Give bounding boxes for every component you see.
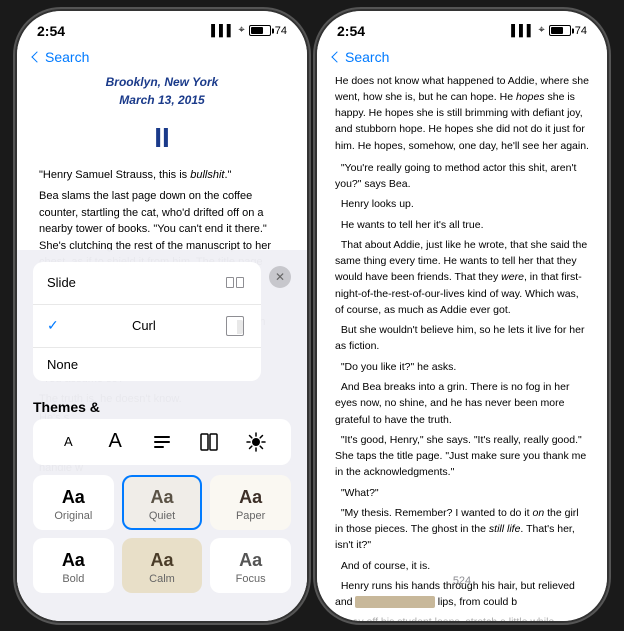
- right-phone-screen: 2:54 ▌▌▌ ⌖ 74 Search He does: [317, 11, 607, 621]
- panel-title: Themes &: [33, 399, 100, 415]
- right-back-button[interactable]: Search: [333, 49, 389, 65]
- right-para-4: He wants to tell her it's all true.: [335, 217, 589, 233]
- theme-bold-text: Aa: [62, 550, 85, 571]
- right-battery-level: 74: [575, 25, 587, 37]
- theme-paper-label: Paper: [236, 510, 265, 522]
- right-book-content: He does not know what happened to Addie,…: [317, 73, 607, 621]
- bottom-panel: Slide ✓ Curl: [17, 250, 307, 621]
- close-container: ✕: [269, 262, 291, 391]
- brightness-button[interactable]: [241, 427, 271, 457]
- format-button[interactable]: [147, 427, 177, 457]
- right-phone: 2:54 ▌▌▌ ⌖ 74 Search He does: [317, 11, 607, 621]
- theme-calm-text: Aa: [150, 550, 173, 571]
- theme-bold-label: Bold: [62, 573, 84, 585]
- theme-original-label: Original: [54, 510, 92, 522]
- theme-quiet-text: Aa: [150, 487, 173, 508]
- wifi-icon: ⌖: [239, 24, 245, 37]
- none-label: None: [47, 357, 78, 372]
- theme-quiet[interactable]: Aa Quiet: [122, 475, 203, 530]
- slide-label: Slide: [47, 275, 76, 290]
- phones-container: 2:54 ▌▌▌ ⌖ 74 Search: [17, 11, 607, 621]
- right-para-10: "What?": [335, 485, 589, 501]
- right-para-11: "My thesis. Remember? I wanted to do it …: [335, 505, 589, 554]
- right-status-icons: ▌▌▌ ⌖ 74: [511, 24, 587, 37]
- right-para-9: "It's good, Henry," she says. "It's real…: [335, 432, 589, 481]
- left-phone: 2:54 ▌▌▌ ⌖ 74 Search: [17, 11, 307, 621]
- scroll-options-list: Slide ✓ Curl: [33, 262, 261, 381]
- theme-bold[interactable]: Aa Bold: [33, 538, 114, 593]
- book-para-1: "Henry Samuel Strauss, this is bullshit.…: [39, 167, 285, 184]
- theme-paper[interactable]: Aa Paper: [210, 475, 291, 530]
- curl-label: Curl: [132, 318, 156, 333]
- back-label: Search: [45, 49, 89, 65]
- theme-original[interactable]: Aa Original: [33, 475, 114, 530]
- chevron-left-icon: [31, 51, 42, 62]
- battery-icon: [249, 25, 271, 36]
- close-button[interactable]: ✕: [269, 266, 291, 288]
- theme-focus-text: Aa: [239, 550, 262, 571]
- theme-paper-text: Aa: [239, 487, 262, 508]
- none-option[interactable]: None: [33, 348, 261, 381]
- theme-grid: Aa Original Aa Quiet Aa Paper Aa Bold: [33, 475, 291, 593]
- signal-icon: ▌▌▌: [211, 25, 234, 37]
- right-status-bar: 2:54 ▌▌▌ ⌖ 74: [317, 11, 607, 47]
- theme-calm-label: Calm: [149, 573, 175, 585]
- toolbar-row: A A: [33, 419, 291, 465]
- battery-level: 74: [275, 25, 287, 37]
- left-back-button[interactable]: Search: [33, 49, 89, 65]
- scroll-section: Slide ✓ Curl: [33, 262, 291, 391]
- page-number: 524: [317, 571, 607, 591]
- right-para-1: He does not know what happened to Addie,…: [335, 73, 589, 154]
- left-status-time: 2:54: [37, 23, 65, 39]
- right-para-5: That about Addie, just like he wrote, th…: [335, 237, 589, 318]
- chapter-number: II: [39, 117, 285, 159]
- left-nav-bar: Search: [17, 47, 307, 73]
- curl-option[interactable]: ✓ Curl: [33, 305, 261, 348]
- right-para-14: to pay off his student loans, stretch a …: [335, 614, 589, 620]
- right-signal-icon: ▌▌▌: [511, 25, 534, 37]
- location-header: Brooklyn, New York March 13, 2015: [39, 73, 285, 109]
- right-nav-bar: Search: [317, 47, 607, 73]
- right-para-8: And Bea breaks into a grin. There is no …: [335, 379, 589, 428]
- right-para-3: Henry looks up.: [335, 196, 589, 212]
- left-phone-screen: 2:54 ▌▌▌ ⌖ 74 Search: [17, 11, 307, 621]
- right-para-6: But she wouldn't believe him, so he lets…: [335, 322, 589, 355]
- theme-quiet-label: Quiet: [149, 510, 175, 522]
- panel-header: Themes &: [33, 399, 291, 415]
- font-decrease-button[interactable]: A: [53, 427, 83, 457]
- slide-option[interactable]: Slide: [33, 262, 261, 305]
- right-para-2: "You're really going to method actor thi…: [335, 160, 589, 193]
- theme-calm[interactable]: Aa Calm: [122, 538, 203, 593]
- slide-icon: [223, 271, 247, 295]
- font-increase-button[interactable]: A: [100, 427, 130, 457]
- curl-icon: [223, 314, 247, 338]
- right-battery-icon: [549, 25, 571, 36]
- theme-original-text: Aa: [62, 487, 85, 508]
- check-mark: ✓: [47, 317, 59, 334]
- theme-focus[interactable]: Aa Focus: [210, 538, 291, 593]
- left-status-icons: ▌▌▌ ⌖ 74: [211, 24, 287, 37]
- right-chevron-left-icon: [331, 51, 342, 62]
- right-para-7: "Do you like it?" he asks.: [335, 359, 589, 375]
- theme-focus-label: Focus: [236, 573, 266, 585]
- right-wifi-icon: ⌖: [539, 24, 545, 37]
- left-status-bar: 2:54 ▌▌▌ ⌖ 74: [17, 11, 307, 47]
- page-layout-button[interactable]: [194, 427, 224, 457]
- book-location: Brooklyn, New York March 13, 2015: [39, 73, 285, 109]
- right-back-label: Search: [345, 49, 389, 65]
- right-status-time: 2:54: [337, 23, 365, 39]
